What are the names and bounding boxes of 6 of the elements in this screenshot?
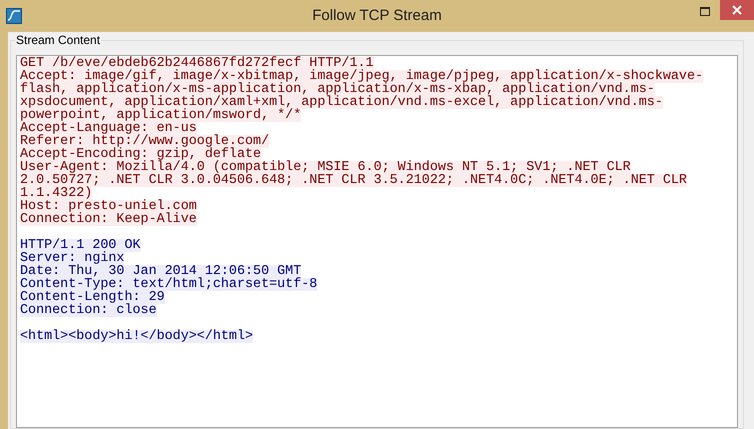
app-icon (6, 8, 22, 24)
maximize-icon (700, 6, 710, 16)
group-label: Stream Content (15, 33, 102, 47)
close-icon (732, 5, 742, 15)
window-title: Follow TCP Stream (311, 6, 443, 26)
close-button[interactable] (720, 0, 754, 20)
